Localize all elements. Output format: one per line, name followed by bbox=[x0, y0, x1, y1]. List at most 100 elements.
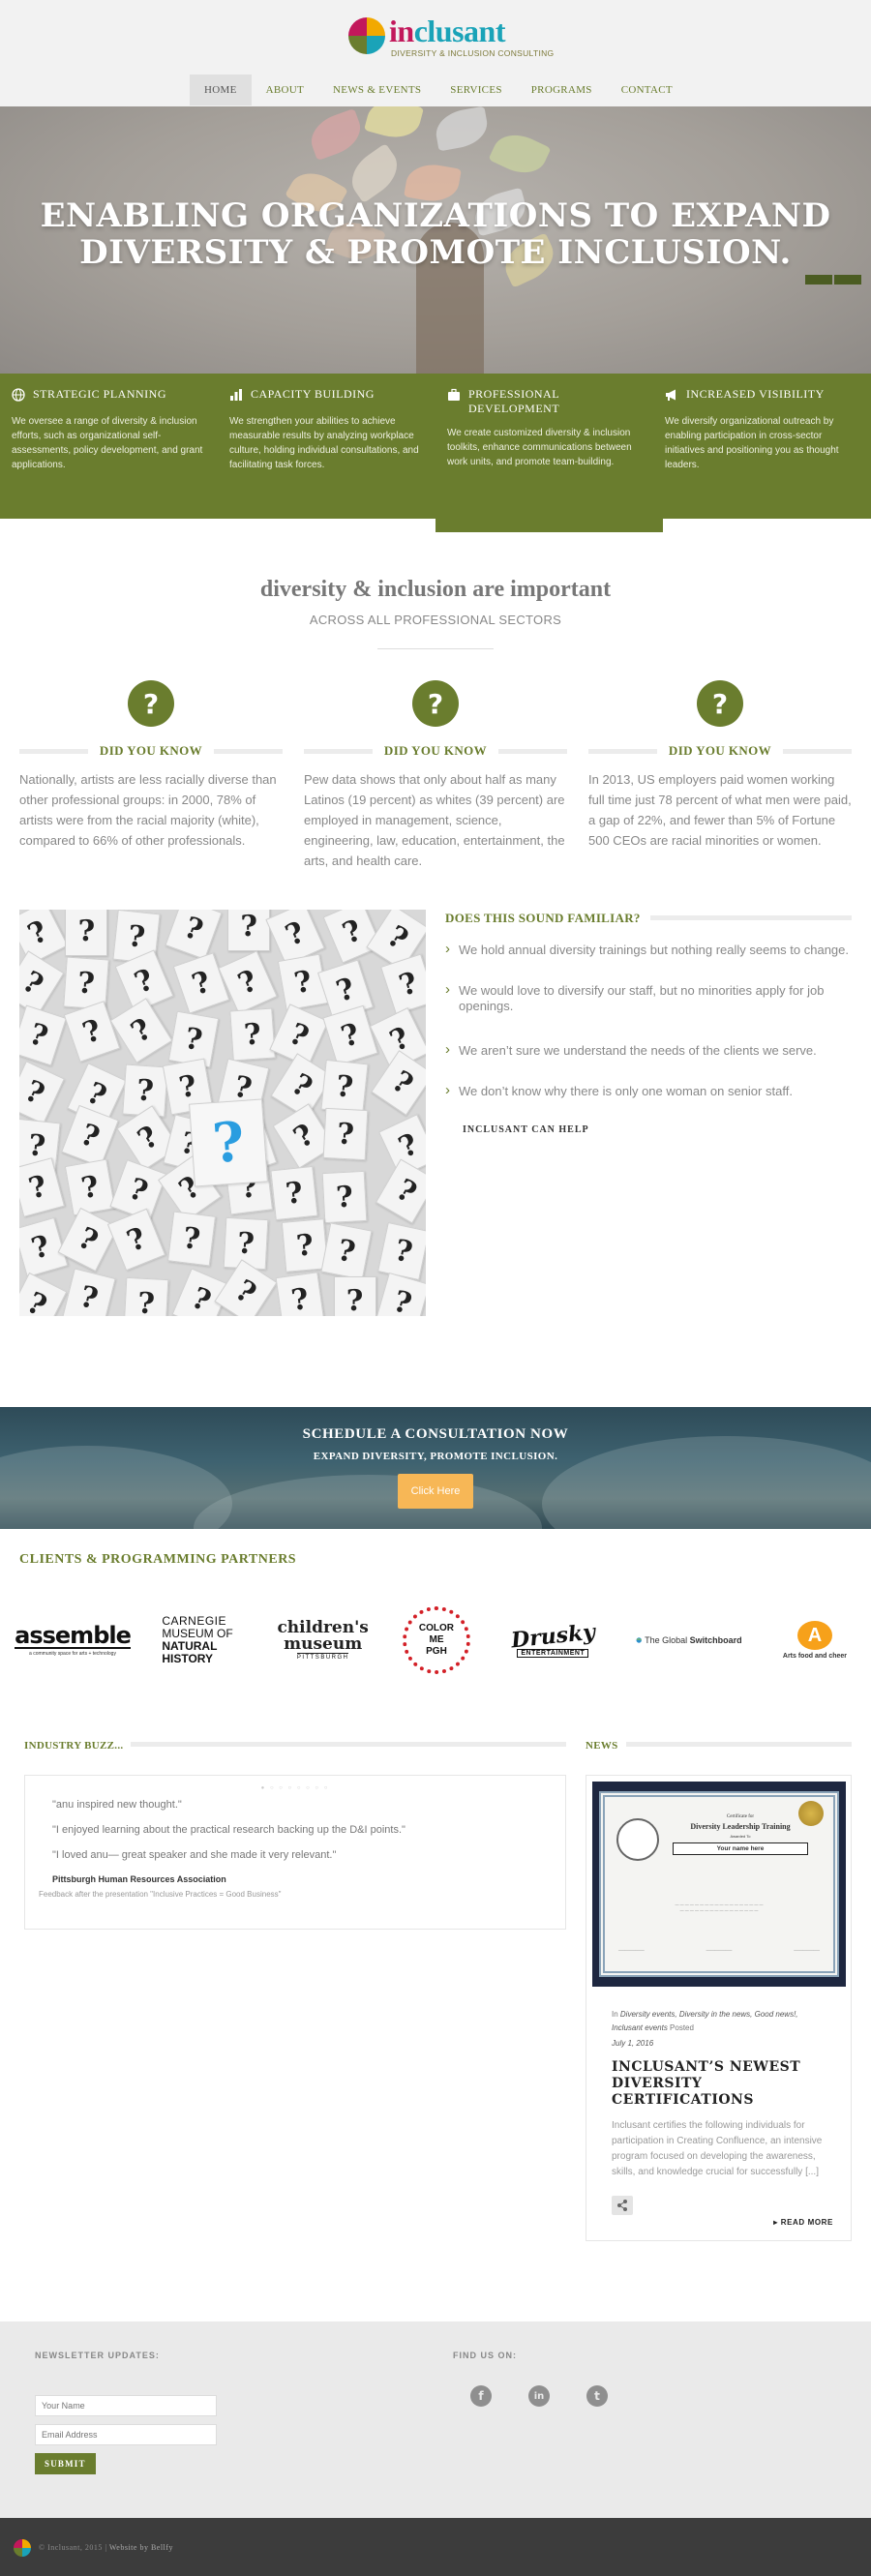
megaphone-icon bbox=[666, 389, 676, 401]
question-card: ? bbox=[62, 1268, 116, 1316]
feature-strategic-planning[interactable]: STRATEGIC PLANNING We oversee a range of… bbox=[0, 374, 218, 519]
read-more-link[interactable]: ▸ READ MORE bbox=[773, 2218, 833, 2227]
familiar-list: We hold annual diversity trainings but n… bbox=[445, 942, 852, 1099]
certificate-signatures: ____________ ____________ ____________ bbox=[618, 1946, 820, 1951]
briefcase-icon bbox=[448, 388, 460, 401]
share-icon bbox=[617, 2200, 627, 2211]
site-footer: NEWSLETTER UPDATES: SUBMIT FIND US ON: f… bbox=[0, 2321, 871, 2518]
news-categories: In Diversity events, Diversity in the ne… bbox=[612, 2010, 798, 2032]
question-card: ? bbox=[167, 1010, 219, 1067]
feature-text: We diversify organizational outreach by … bbox=[665, 416, 839, 470]
question-card: ? bbox=[321, 1170, 368, 1223]
list-item: We hold annual diversity trainings but n… bbox=[445, 942, 852, 958]
fact-text: Pew data shows that only about half as m… bbox=[304, 772, 565, 868]
news-date: July 1, 2016 bbox=[612, 2039, 654, 2048]
buzz-news-section: INDUSTRY BUZZ... ● ○ ○ ○ ○ ○ ○ ○ "anu in… bbox=[0, 1717, 871, 2321]
question-card: ? bbox=[227, 910, 271, 952]
question-card: ? bbox=[380, 953, 426, 1015]
share-button[interactable] bbox=[612, 2196, 633, 2215]
page: inclusant DIVERSITY & INCLUSION CONSULTI… bbox=[0, 0, 871, 2576]
list-item: We would love to diversify our staff, bu… bbox=[445, 982, 852, 1014]
certificate-name: Your name here bbox=[673, 1842, 808, 1855]
feature-tab-extension bbox=[436, 519, 663, 532]
feature-increased-visibility[interactable]: INCREASED VISIBILITY We diversify organi… bbox=[653, 374, 871, 519]
newsletter-submit-button[interactable]: SUBMIT bbox=[35, 2453, 96, 2474]
slider-dots[interactable]: ● ○ ○ ○ ○ ○ ○ ○ bbox=[25, 1785, 565, 1791]
newsletter-title: NEWSLETTER UPDATES: bbox=[35, 2351, 160, 2360]
fact-heading: DID YOU KNOW bbox=[304, 742, 567, 758]
client-logo-childrens-museum[interactable]: children's museum PITTSBURGH bbox=[277, 1619, 368, 1662]
click-here-button[interactable]: Click Here bbox=[398, 1474, 473, 1509]
question-card: ? bbox=[64, 1158, 116, 1216]
testimonial-slider[interactable]: ● ○ ○ ○ ○ ○ ○ ○ "anu inspired new though… bbox=[24, 1775, 566, 1930]
main-nav: HOME ABOUT NEWS & EVENTS SERVICES PROGRA… bbox=[190, 75, 687, 105]
certificate-image[interactable]: Certificate for Diversity Leadership Tra… bbox=[592, 1782, 846, 1987]
question-card: ? bbox=[371, 1050, 426, 1117]
section-title: diversity & inclusion are important bbox=[259, 577, 612, 602]
linkedin-icon[interactable]: in bbox=[528, 2385, 550, 2407]
industry-buzz: INDUSTRY BUZZ... ● ○ ○ ○ ○ ○ ○ ○ "anu in… bbox=[24, 1736, 566, 1930]
nav-item-news-events[interactable]: NEWS & EVENTS bbox=[318, 75, 436, 105]
slider-next-button[interactable] bbox=[834, 275, 861, 285]
inclusant-can-help-link[interactable]: INCLUSANT CAN HELP bbox=[463, 1124, 852, 1135]
news-card: Certificate for Diversity Leadership Tra… bbox=[586, 1775, 852, 2241]
certificate-body: — — — — — — — — — — — — — — — — — — — — —… bbox=[675, 1902, 764, 1912]
feature-professional-development[interactable]: PROFESSIONAL DEVELOPMENT We create custo… bbox=[436, 374, 653, 524]
credit-link[interactable]: Website by Bellfy bbox=[109, 2543, 173, 2552]
logo-wordmark: inclusant bbox=[389, 14, 505, 48]
testimonial-source: Pittsburgh Human Resources Association bbox=[52, 1874, 226, 1884]
news-column: NEWS Certificate for Diversity Leadershi… bbox=[586, 1736, 852, 2241]
certificate-awarded: Awarded To bbox=[730, 1834, 751, 1839]
services-strip: STRATEGIC PLANNING We oversee a range of… bbox=[0, 374, 871, 532]
question-icon: ? bbox=[412, 680, 459, 727]
nav-item-home[interactable]: HOME bbox=[190, 75, 252, 105]
list-item: We aren’t sure we understand the needs o… bbox=[445, 1042, 852, 1059]
copyright-bar: © Inclusant, 2015 | Website by Bellfy bbox=[0, 2518, 871, 2576]
social-links: FIND US ON: f in t bbox=[453, 2351, 608, 2407]
fact-text: In 2013, US employers paid women working… bbox=[588, 772, 852, 848]
slider-prev-button[interactable] bbox=[805, 275, 832, 285]
client-logo-drusky[interactable]: Drusky ENTERTAINMENT bbox=[506, 1619, 599, 1658]
consultation-title: SCHEDULE A CONSULTATION NOW bbox=[302, 1426, 569, 1442]
question-card: ? bbox=[275, 1272, 325, 1316]
client-logo-arts-food[interactable]: A Arts food and cheer bbox=[778, 1621, 852, 1660]
question-card: ? bbox=[19, 1060, 65, 1124]
buzz-title: INDUSTRY BUZZ... bbox=[24, 1736, 566, 1752]
nav-item-services[interactable]: SERVICES bbox=[436, 75, 516, 105]
bar-chart-icon bbox=[230, 389, 242, 401]
client-logos: assemble a community space for arts + te… bbox=[15, 1606, 852, 1674]
feature-title: CAPACITY BUILDING bbox=[251, 387, 375, 401]
testimonial-quote: "I loved anu— great speaker and she made… bbox=[52, 1849, 337, 1861]
nav-item-about[interactable]: ABOUT bbox=[252, 75, 318, 105]
news-title: NEWS bbox=[586, 1736, 852, 1752]
news-headline-link[interactable]: INCLUSANT’S NEWEST DIVERSITY CERTIFICATI… bbox=[592, 2059, 845, 2109]
fact-heading: DID YOU KNOW bbox=[19, 742, 283, 758]
feature-text: We oversee a range of diversity & inclus… bbox=[12, 416, 203, 470]
question-card: ? bbox=[269, 1165, 318, 1220]
logo[interactable]: inclusant DIVERSITY & INCLUSION CONSULTI… bbox=[348, 14, 554, 62]
question-icon: ? bbox=[128, 680, 174, 727]
newsletter-name-input[interactable] bbox=[35, 2395, 217, 2416]
clients-title: CLIENTS & PROGRAMMING PARTNERS bbox=[19, 1552, 297, 1567]
feature-text: We create customized diversity & inclusi… bbox=[447, 428, 632, 467]
client-logo-global-switchboard[interactable]: The Global Switchboard bbox=[636, 1634, 742, 1646]
feature-capacity-building[interactable]: CAPACITY BUILDING We strengthen your abi… bbox=[218, 374, 436, 519]
question-card: ? bbox=[322, 1004, 378, 1066]
question-card: ? bbox=[217, 949, 278, 1014]
newsletter-email-input[interactable] bbox=[35, 2424, 217, 2445]
question-card: ? bbox=[19, 1004, 68, 1066]
twitter-icon[interactable]: t bbox=[586, 2385, 608, 2407]
logo-mark-icon bbox=[348, 17, 385, 54]
question-card: ? bbox=[375, 1158, 426, 1224]
feature-title: INCREASED VISIBILITY bbox=[686, 387, 825, 401]
client-logo-carnegie[interactable]: CARNEGIE MUSEUM OF NATURAL HISTORY bbox=[162, 1615, 243, 1665]
switchboard-globe-icon bbox=[636, 1637, 642, 1643]
facts-row: ? DID YOU KNOW Nationally, artists are l… bbox=[0, 649, 871, 871]
client-logo-assemble[interactable]: assemble a community space for arts + te… bbox=[15, 1624, 132, 1657]
facebook-icon[interactable]: f bbox=[470, 2385, 492, 2407]
feature-title: PROFESSIONAL DEVELOPMENT bbox=[468, 387, 560, 415]
nav-item-programs[interactable]: PROGRAMS bbox=[517, 75, 607, 105]
client-logo-color-me-pgh[interactable]: COLOR ME PGH bbox=[402, 1606, 470, 1674]
question-card: ? bbox=[229, 1007, 277, 1062]
nav-item-contact[interactable]: CONTACT bbox=[607, 75, 687, 105]
